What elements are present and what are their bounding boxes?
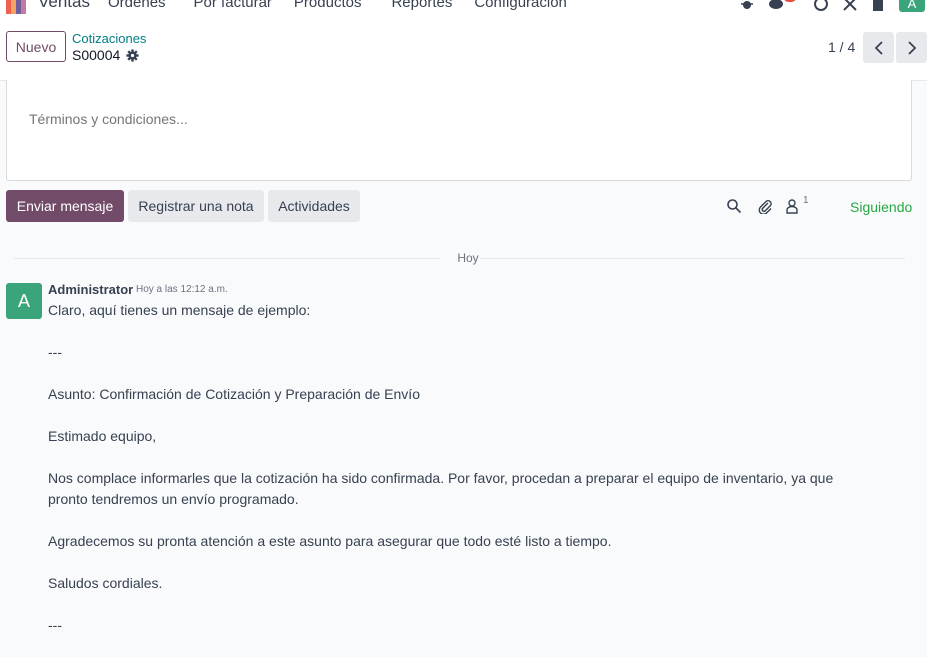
- chat-icon[interactable]: [768, 0, 784, 12]
- menu-item-productos[interactable]: Productos: [294, 0, 362, 11]
- top-navbar: Ventas Órdenes Por facturar Productos Re…: [0, 0, 927, 14]
- message-author[interactable]: Administrator: [48, 282, 133, 297]
- app-logo-icon[interactable]: [6, 0, 26, 14]
- menu-item-configuracion[interactable]: Configuración: [474, 0, 567, 11]
- chevron-right-icon: [907, 40, 916, 55]
- following-button[interactable]: Siguiendo: [850, 199, 912, 215]
- send-message-button[interactable]: Enviar mensaje: [6, 190, 124, 222]
- tools-icon[interactable]: [842, 0, 858, 12]
- separator-line: [14, 258, 440, 259]
- message-paragraph: ---: [48, 617, 62, 633]
- followers-count: 1: [803, 195, 809, 206]
- control-panel: Nuevo Cotizaciones S00004 1 / 4: [0, 14, 927, 81]
- message-paragraph: Agradecemos su pronta atención a este as…: [48, 533, 612, 549]
- terms-conditions-field[interactable]: [27, 110, 891, 128]
- chat-badge: [783, 0, 797, 2]
- pager-next-button[interactable]: [896, 32, 927, 63]
- separator-line: [480, 258, 905, 259]
- pager-value[interactable]: 1 / 4: [828, 39, 855, 55]
- form-sheet: [6, 80, 912, 181]
- followers-icon[interactable]: [784, 198, 800, 214]
- user-avatar[interactable]: A: [899, 0, 925, 12]
- message-body: Claro, aquí tienes un mensaje de ejemplo…: [48, 300, 848, 657]
- search-icon[interactable]: [726, 198, 742, 214]
- record-name: S00004: [72, 47, 121, 63]
- message-paragraph: ---: [48, 344, 62, 360]
- author-avatar[interactable]: A: [6, 283, 42, 319]
- date-separator: Hoy: [14, 250, 905, 266]
- message-paragraph: Saludos cordiales.: [48, 575, 163, 591]
- chevron-left-icon: [874, 40, 883, 55]
- bug-icon[interactable]: [739, 0, 755, 12]
- activities-button[interactable]: Actividades: [268, 190, 360, 222]
- new-button[interactable]: Nuevo: [6, 31, 66, 62]
- message-paragraph: Nos complace informarles que la cotizaci…: [48, 470, 834, 507]
- message-paragraph: Asunto: Confirmación de Cotización y Pre…: [48, 386, 420, 402]
- message-paragraph: Claro, aquí tienes un mensaje de ejemplo…: [48, 302, 311, 318]
- menu-item-por-facturar[interactable]: Por facturar: [194, 0, 272, 11]
- chatter-topbar: Enviar mensaje Registrar una nota Activi…: [0, 189, 927, 225]
- paperclip-icon[interactable]: [757, 198, 773, 214]
- pager-previous-button[interactable]: [863, 32, 894, 63]
- menu-item-ordenes[interactable]: Órdenes: [108, 0, 166, 11]
- clock-icon[interactable]: [813, 0, 829, 12]
- breadcrumb-cotizaciones[interactable]: Cotizaciones: [72, 31, 146, 46]
- app-name[interactable]: Ventas: [38, 0, 90, 12]
- log-note-button[interactable]: Registrar una nota: [128, 190, 264, 222]
- message-date: Hoy a las 12:12 a.m.: [136, 284, 228, 295]
- company-icon[interactable]: [870, 0, 886, 12]
- message-paragraph: Estimado equipo,: [48, 428, 157, 444]
- menu-item-reportes[interactable]: Reportes: [391, 0, 452, 11]
- gear-icon[interactable]: [126, 49, 139, 62]
- main-menu: Órdenes Por facturar Productos Reportes …: [108, 0, 589, 11]
